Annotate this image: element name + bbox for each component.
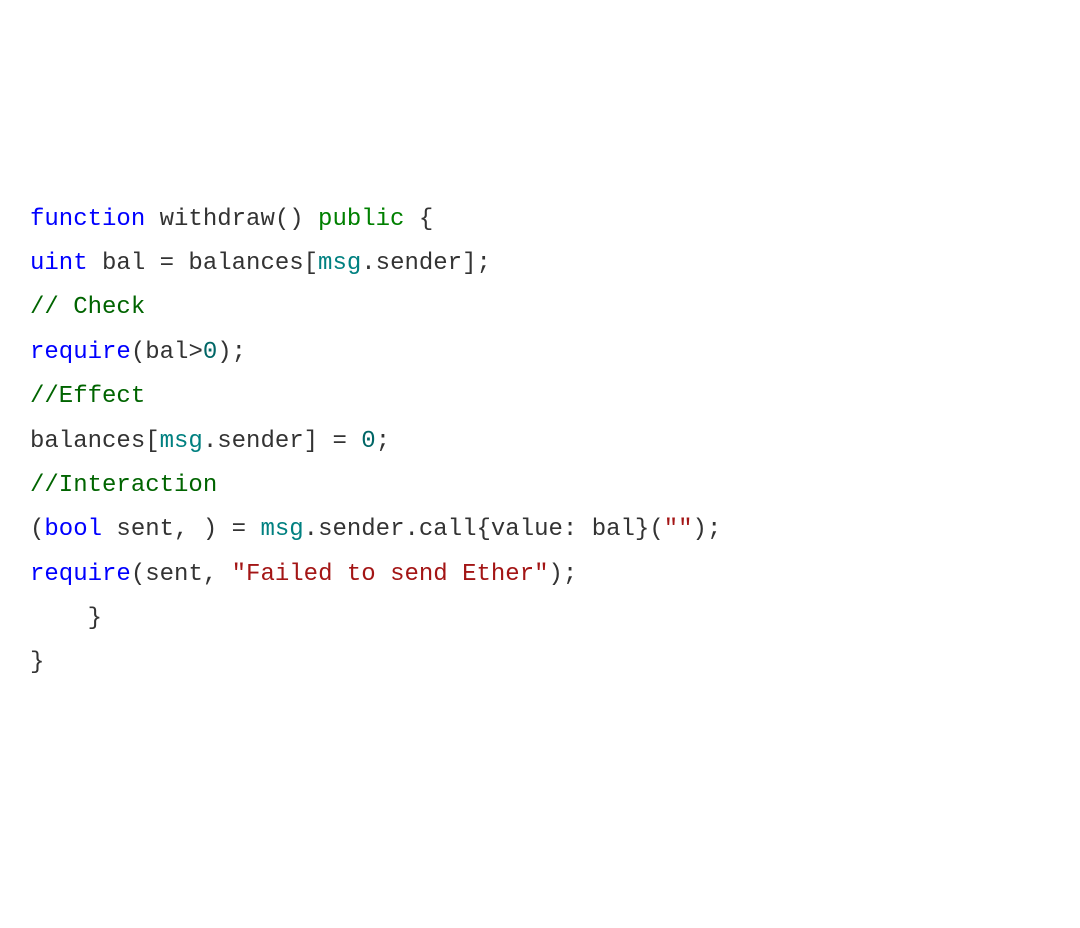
code-text: ; xyxy=(376,428,390,455)
code-line-4: require(bal>0); xyxy=(30,331,1050,375)
code-snippet: function withdraw() public {uint bal = b… xyxy=(30,198,1050,686)
code-text: ); xyxy=(217,339,246,366)
code-line-2: uint bal = balances[msg.sender]; xyxy=(30,242,1050,286)
code-text: } xyxy=(30,605,102,632)
call-require: require xyxy=(30,339,131,366)
code-line-7: //Interaction xyxy=(30,464,1050,508)
code-line-8: (bool sent, ) = msg.sender.call{value: b… xyxy=(30,508,1050,552)
code-text: ( xyxy=(30,516,44,543)
code-text: (sent, xyxy=(131,561,232,588)
comment: //Interaction xyxy=(30,472,217,499)
identifier-msg: msg xyxy=(260,516,303,543)
code-text: (bal> xyxy=(131,339,203,366)
identifier-msg: msg xyxy=(318,250,361,277)
code-line-10: } xyxy=(30,597,1050,641)
code-text: withdraw() xyxy=(145,206,318,233)
keyword-uint: uint xyxy=(30,250,88,277)
code-text: .sender]; xyxy=(361,250,491,277)
code-text: sent, ) = xyxy=(102,516,260,543)
code-text: { xyxy=(404,206,433,233)
number-literal: 0 xyxy=(361,428,375,455)
code-text: bal = balances[ xyxy=(88,250,318,277)
code-text: .sender.call{value: bal}( xyxy=(304,516,664,543)
string-literal: "" xyxy=(664,516,693,543)
call-require: require xyxy=(30,561,131,588)
code-line-1: function withdraw() public { xyxy=(30,198,1050,242)
code-text: ); xyxy=(549,561,578,588)
comment: //Effect xyxy=(30,383,145,410)
code-line-9: require(sent, "Failed to send Ether"); xyxy=(30,553,1050,597)
code-text: ); xyxy=(693,516,722,543)
keyword-bool: bool xyxy=(44,516,102,543)
code-text: } xyxy=(30,649,44,676)
keyword-public: public xyxy=(318,206,404,233)
keyword-function: function xyxy=(30,206,145,233)
code-text: .sender] = xyxy=(203,428,361,455)
identifier-msg: msg xyxy=(160,428,203,455)
comment: // Check xyxy=(30,294,145,321)
code-line-6: balances[msg.sender] = 0; xyxy=(30,420,1050,464)
code-line-3: // Check xyxy=(30,286,1050,330)
code-text: balances[ xyxy=(30,428,160,455)
string-literal: "Failed to send Ether" xyxy=(232,561,549,588)
code-line-11: } xyxy=(30,641,1050,685)
number-literal: 0 xyxy=(203,339,217,366)
code-line-5: //Effect xyxy=(30,375,1050,419)
